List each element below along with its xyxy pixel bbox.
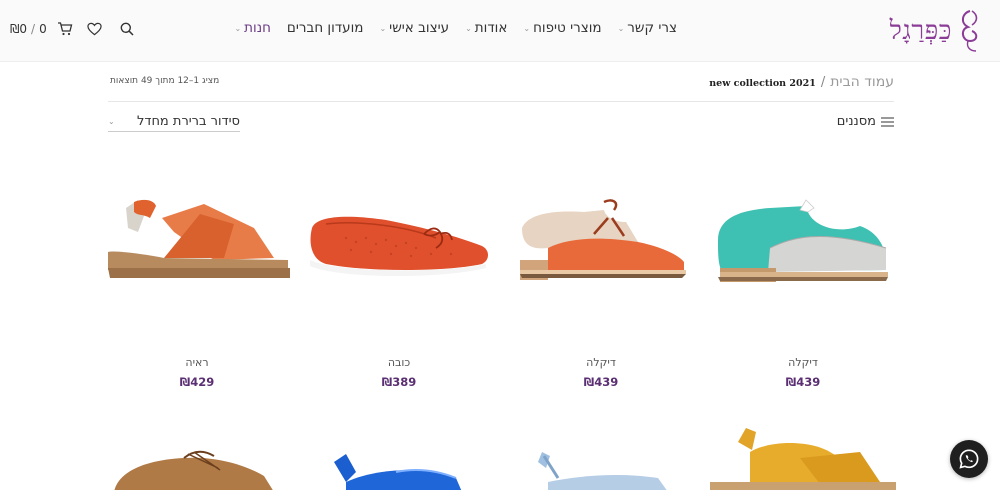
filters-label: מסננים bbox=[836, 114, 876, 129]
search-icon[interactable] bbox=[120, 22, 134, 36]
product-card[interactable]: דיקלה ₪439 bbox=[710, 188, 896, 389]
product-price: ₪429 bbox=[179, 375, 215, 389]
nav-item-custom-design[interactable]: עיצוב אישי ⌄ bbox=[371, 20, 457, 36]
nav-label: חנות bbox=[244, 20, 271, 36]
result-count: מציג 1–12 מתוך 49 תוצאות bbox=[110, 76, 220, 86]
nav-label: עיצוב אישי bbox=[389, 20, 450, 36]
chevron-down-icon: ⌄ bbox=[234, 23, 242, 33]
chevron-down-icon: ⌄ bbox=[617, 23, 625, 33]
filters-toggle[interactable]: מסננים bbox=[837, 114, 894, 129]
whatsapp-icon bbox=[959, 449, 979, 469]
nav-label: אודות bbox=[474, 20, 508, 36]
product-card[interactable]: ראיה ₪429 bbox=[104, 188, 290, 389]
breadcrumb-current: new collection 2021 bbox=[709, 78, 816, 89]
product-name: דיקלה bbox=[788, 356, 818, 369]
brand-name: כַּפְּרַגָל bbox=[889, 16, 952, 46]
product-card[interactable]: דיקלה ₪439 bbox=[508, 188, 694, 389]
product-image-beige-orange-laced[interactable] bbox=[508, 188, 694, 338]
site-header: כַּפְּרַגָל חנות ⌄ מועדון חברים עיצוב אי… bbox=[0, 0, 1000, 62]
breadcrumb: עמוד הבית / new collection 2021 bbox=[709, 74, 894, 90]
breadcrumb-row: עמוד הבית / new collection 2021 מציג 1–1… bbox=[108, 70, 894, 102]
chevron-down-icon: ⌄ bbox=[465, 23, 472, 33]
nav-label: מועדון חברים bbox=[286, 20, 364, 36]
cart-total[interactable]: ₪0 / 0 bbox=[10, 22, 47, 36]
product-name: ראיה bbox=[185, 356, 209, 369]
nav-item-care-products[interactable]: מוצרי טיפוח ⌄ bbox=[515, 20, 609, 36]
product-name: דיקלה bbox=[586, 356, 616, 369]
nav-item-members-club[interactable]: מועדון חברים bbox=[279, 20, 372, 36]
product-price: ₪439 bbox=[583, 375, 619, 389]
whatsapp-chat-button[interactable] bbox=[950, 440, 988, 478]
nav-label: צרי קשר bbox=[627, 20, 677, 36]
product-image-orange-ballet-flat[interactable] bbox=[306, 188, 492, 338]
breadcrumb-separator: / bbox=[820, 75, 826, 90]
product-card-partial[interactable] bbox=[508, 422, 694, 490]
nav-item-shop[interactable]: חנות ⌄ bbox=[226, 20, 278, 36]
cart-separator: / bbox=[31, 22, 36, 36]
heart-icon[interactable] bbox=[87, 22, 102, 36]
chevron-down-icon: ⌄ bbox=[379, 23, 387, 33]
cart-total-value: ₪0 bbox=[10, 22, 28, 36]
product-image-orange-strap-sandal[interactable] bbox=[104, 188, 290, 338]
product-card-partial[interactable] bbox=[306, 422, 492, 490]
product-price: ₪439 bbox=[785, 375, 821, 389]
breadcrumb-home-link[interactable]: עמוד הבית bbox=[830, 74, 894, 90]
chevron-down-icon: ⌄ bbox=[108, 117, 115, 126]
product-image-teal-oxford[interactable] bbox=[710, 188, 896, 338]
product-image-brown-laced-shoe[interactable] bbox=[104, 422, 290, 490]
header-tools: ₪0 / 0 bbox=[10, 22, 134, 36]
brand-logo[interactable]: כַּפְּרַגָל bbox=[890, 6, 982, 56]
product-price: ₪389 bbox=[381, 375, 417, 389]
nav-label: מוצרי טיפוח bbox=[533, 20, 602, 36]
product-card[interactable]: כובה ₪389 bbox=[306, 188, 492, 389]
product-image-blue-patent-sandal[interactable] bbox=[306, 422, 492, 490]
cart-count: 0 bbox=[39, 22, 47, 36]
cart-icon[interactable] bbox=[57, 22, 73, 36]
butterfly-logo-icon bbox=[962, 10, 978, 52]
nav-item-contact[interactable]: צרי קשר ⌄ bbox=[610, 20, 685, 36]
product-card-partial[interactable] bbox=[104, 422, 290, 490]
sort-select[interactable]: סידור ברירת מחדל ⌄ bbox=[108, 112, 240, 132]
product-name: כובה bbox=[387, 356, 411, 369]
chevron-down-icon: ⌄ bbox=[523, 23, 531, 33]
filter-lines-icon bbox=[881, 116, 894, 127]
filter-sort-row: מסננים סידור ברירת מחדל ⌄ bbox=[108, 112, 894, 134]
product-image-yellow-sandal[interactable] bbox=[710, 422, 896, 490]
main-nav: חנות ⌄ מועדון חברים עיצוב אישי ⌄ אודות ⌄… bbox=[226, 20, 685, 36]
sort-value: סידור ברירת מחדל bbox=[136, 114, 240, 129]
product-card-partial[interactable] bbox=[710, 422, 896, 490]
product-image-light-blue-sandal[interactable] bbox=[508, 422, 694, 490]
nav-item-about[interactable]: אודות ⌄ bbox=[457, 20, 515, 36]
